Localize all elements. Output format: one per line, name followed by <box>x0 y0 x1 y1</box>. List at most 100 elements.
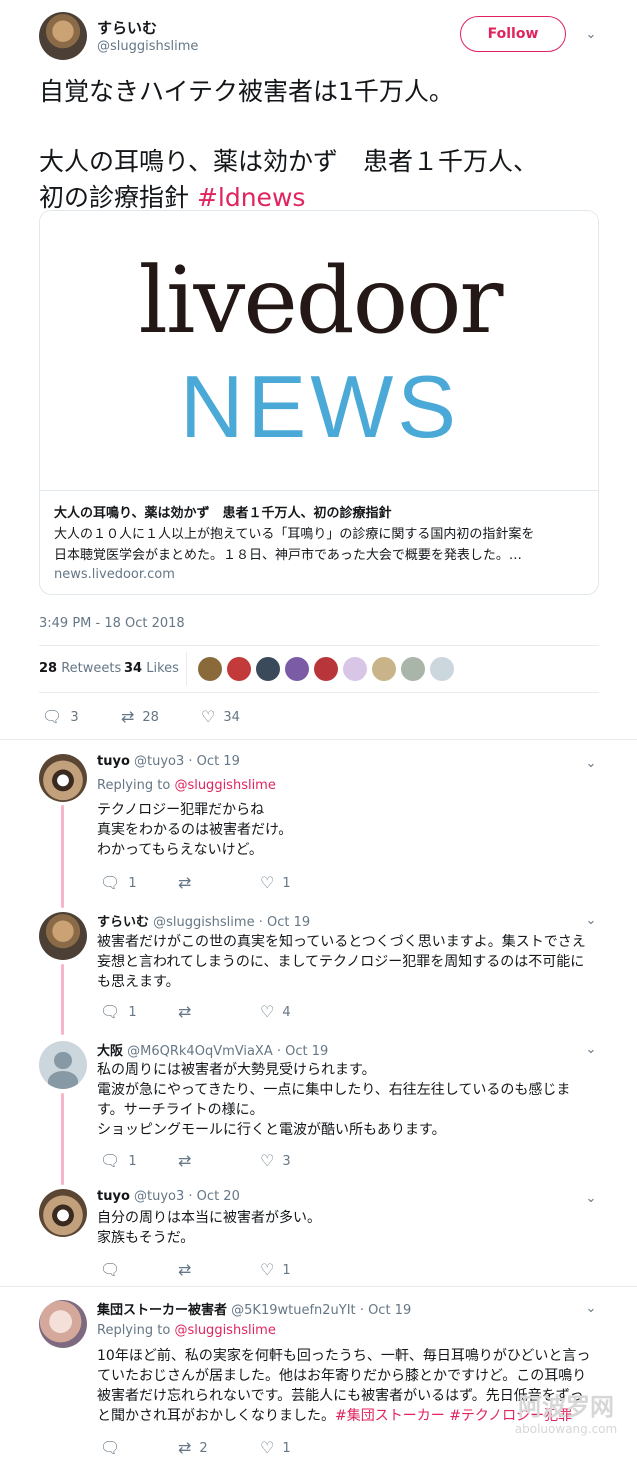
reply-text-line: も思えます。 <box>97 974 180 990</box>
reply-text-line: わかってもらえないけど。 <box>97 842 263 858</box>
reply-icon: 🗨 <box>100 1002 121 1021</box>
reply-handle[interactable]: @tuyo3 <box>134 1189 184 1204</box>
retweet-icon: ⇄ <box>178 1002 192 1021</box>
retweet-action[interactable]: ⇄ <box>178 1153 199 1169</box>
reply-avatar[interactable] <box>39 1041 87 1089</box>
reply-avatar[interactable] <box>39 1300 87 1348</box>
like-action[interactable]: ♡ 1 <box>260 1262 291 1278</box>
thread-connector <box>61 964 64 1035</box>
reply-handle[interactable]: @5K19wtuefn2uYIt <box>231 1303 356 1318</box>
heart-icon: ♡ <box>260 1002 275 1021</box>
like-action[interactable]: ♡ 34 <box>201 709 240 725</box>
replying-to-label: Replying to <box>97 1323 175 1338</box>
like-count: 1 <box>282 1440 291 1456</box>
card-description-line: 日本聴覚医学会がまとめた。１８日、神戸市であった大会で概要を発表した。… <box>54 548 522 563</box>
watermark-url: aboluowang.com <box>514 1422 618 1436</box>
reply-date[interactable]: · Oct 19 <box>360 1303 411 1318</box>
reply-display-name[interactable]: すらいむ <box>97 915 149 930</box>
heart-icon: ♡ <box>201 707 216 726</box>
reply-text: テクノロジー犯罪だからね 真実をわかるのは被害者だけ。 わかってもらえないけど。 <box>97 800 292 860</box>
news-logo-text: NEWS <box>180 357 460 456</box>
divider <box>0 1286 637 1287</box>
chevron-down-icon[interactable]: ⌄ <box>584 1192 598 1206</box>
reply-text: 自分の周りは本当に被害者が多い。 家族もそうだ。 <box>97 1208 321 1248</box>
reply-display-name[interactable]: 集団ストーカー被害者 <box>97 1303 227 1318</box>
like-action[interactable]: ♡ 1 <box>260 875 291 891</box>
retweet-action[interactable]: ⇄ <box>178 875 199 891</box>
watermark-title: 阿波罗网 <box>518 1393 614 1421</box>
retweet-action[interactable]: ⇄ 2 <box>178 1440 208 1456</box>
likes-label: Likes <box>146 661 179 676</box>
liker-avatar[interactable] <box>343 657 367 681</box>
reply-icon: 🗨 <box>100 1438 121 1457</box>
liker-avatar[interactable] <box>256 657 280 681</box>
liker-avatar[interactable] <box>227 657 251 681</box>
reply-icon: 🗨 <box>100 873 121 892</box>
retweets-count: 28 <box>39 661 58 676</box>
reply-text-line: 妄想と言われてしまうのに、ましてテクノロジー犯罪を周知するのは不可能に <box>97 954 585 970</box>
watermark: 阿波罗网 aboluowang.com <box>500 1392 632 1436</box>
reply-action[interactable]: 🗨 <box>100 1440 128 1456</box>
retweet-icon: ⇄ <box>178 873 192 892</box>
reply-text-line: と聞かされ耳がおかしくなりました。 <box>97 1408 335 1424</box>
chevron-down-icon[interactable]: ⌄ <box>584 28 598 42</box>
liker-avatar[interactable] <box>198 657 222 681</box>
reply-avatar[interactable] <box>39 1189 87 1237</box>
reply-action[interactable]: 🗨 3 <box>42 709 79 725</box>
chevron-down-icon[interactable]: ⌄ <box>584 757 598 771</box>
liker-avatar[interactable] <box>314 657 338 681</box>
replying-to-handle[interactable]: @sluggishslime <box>174 778 275 793</box>
chevron-down-icon[interactable]: ⌄ <box>584 1302 598 1316</box>
reply-display-name[interactable]: tuyo <box>97 1189 130 1204</box>
reply-action[interactable]: 🗨 1 <box>100 875 137 891</box>
hashtag-link[interactable]: #ldnews <box>197 183 305 212</box>
follow-button[interactable]: Follow <box>460 16 566 52</box>
retweet-icon: ⇄ <box>178 1151 192 1170</box>
like-action[interactable]: ♡ 3 <box>260 1153 291 1169</box>
reply-display-name[interactable]: 大阪 <box>97 1044 123 1059</box>
liker-avatar[interactable] <box>430 657 454 681</box>
card-domain: news.livedoor.com <box>54 567 175 582</box>
retweet-action[interactable]: ⇄ 28 <box>121 709 159 725</box>
reply-avatar[interactable] <box>39 754 87 802</box>
reply-action[interactable]: 🗨 1 <box>100 1004 137 1020</box>
reply-display-name[interactable]: tuyo <box>97 754 130 769</box>
retweet-action[interactable]: ⇄ <box>178 1004 199 1020</box>
retweet-count: 28 <box>142 709 159 725</box>
liker-avatar[interactable] <box>372 657 396 681</box>
tweet-timestamp[interactable]: 3:49 PM - 18 Oct 2018 <box>39 616 185 631</box>
thread-connector <box>61 805 64 908</box>
author-handle[interactable]: @sluggishslime <box>97 39 198 54</box>
reply-text-line: 被害者だけがこの世の真実を知っているとつくづく思いますよ。集ストでさえ <box>97 934 586 950</box>
like-count: 1 <box>282 1262 291 1278</box>
like-action[interactable]: ♡ 1 <box>260 1440 291 1456</box>
author-display-name[interactable]: すらいむ <box>97 17 157 38</box>
link-card[interactable]: livedoor NEWS 大人の耳鳴り、薬は効かず 患者１千万人、初の診療指針… <box>39 210 599 595</box>
reply-action[interactable]: 🗨 1 <box>100 1153 137 1169</box>
reply-handle[interactable]: @M6QRk4OqVmViaXA <box>127 1044 273 1059</box>
divider <box>0 739 637 740</box>
replying-to-handle[interactable]: @sluggishslime <box>174 1323 275 1338</box>
card-description: 大人の１０人に１人以上が抱えている「耳鳴り」の診療に関する国内初の指針案を 日本… <box>54 524 594 566</box>
author-avatar[interactable] <box>39 12 87 60</box>
reply-avatar[interactable] <box>39 912 87 960</box>
reply-handle[interactable]: @tuyo3 <box>134 754 184 769</box>
retweet-icon: ⇄ <box>178 1438 192 1457</box>
hashtag-link[interactable]: #集団ストーカー <box>335 1408 445 1424</box>
chevron-down-icon[interactable]: ⌄ <box>584 1043 598 1057</box>
reply-date[interactable]: · Oct 19 <box>188 754 239 769</box>
retweet-action[interactable]: ⇄ <box>178 1262 199 1278</box>
reply-date[interactable]: · Oct 19 <box>259 915 310 930</box>
retweets-stat[interactable]: 28 Retweets <box>39 661 121 676</box>
likes-stat[interactable]: 34 Likes <box>124 661 179 676</box>
reply-count: 1 <box>128 1004 137 1020</box>
liker-avatar[interactable] <box>285 657 309 681</box>
reply-action[interactable]: 🗨 <box>100 1262 128 1278</box>
liker-avatar[interactable] <box>401 657 425 681</box>
reply-date[interactable]: · Oct 20 <box>188 1189 239 1204</box>
chevron-down-icon[interactable]: ⌄ <box>584 914 598 928</box>
reply-handle[interactable]: @sluggishslime <box>153 915 254 930</box>
like-action[interactable]: ♡ 4 <box>260 1004 291 1020</box>
reply-date[interactable]: · Oct 19 <box>277 1044 328 1059</box>
tweet-text-line: 自覚なきハイテク被害者は1千万人。 <box>39 77 454 106</box>
